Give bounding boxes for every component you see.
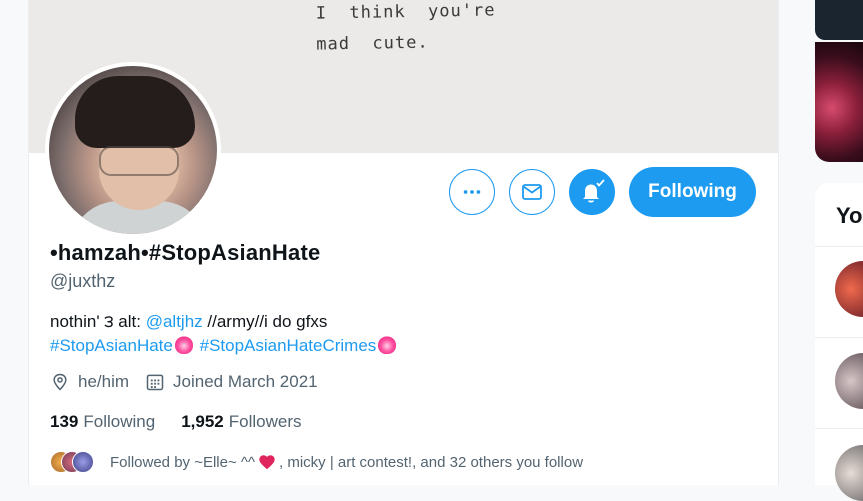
followers-stat-link[interactable]: 1,952 Followers xyxy=(181,412,301,432)
following-count: 139 xyxy=(50,412,79,431)
bio-line-1: nothin' ౩ alt: @altjhz //army//i do gfxs xyxy=(50,310,398,334)
profile-handle: @juxthz xyxy=(50,271,116,291)
followed-by-avatars xyxy=(50,451,96,473)
following-button[interactable]: Following xyxy=(629,167,756,217)
followers-label: Followers xyxy=(228,412,302,431)
more-icon xyxy=(463,190,481,194)
profile-avatar[interactable] xyxy=(45,62,221,238)
heart-emoji-icon xyxy=(378,336,397,354)
who-to-follow-card: Yo xyxy=(815,183,863,501)
sidebar-card-title: Yo xyxy=(836,203,863,228)
followed-by-text-2: , micky | art contest!, and 32 others yo… xyxy=(278,453,584,471)
bio-line-2: #StopAsianHate #StopAsianHateCrimes xyxy=(50,334,398,358)
message-button[interactable] xyxy=(509,169,555,215)
banner-handwriting: I think you're mad cute. xyxy=(315,0,496,55)
envelope-icon xyxy=(522,184,542,200)
profile-display-name: •hamzah•#StopAsianHate xyxy=(50,240,321,265)
joined-item: Joined March 2021 xyxy=(145,372,318,392)
location-pin-icon xyxy=(53,373,67,391)
mini-avatar xyxy=(72,451,94,473)
heart-emoji-icon xyxy=(174,336,193,354)
divider xyxy=(815,337,863,338)
profile-column: I think you're mad cute. Following •hamz… xyxy=(28,0,779,485)
followers-count: 1,952 xyxy=(181,412,224,431)
suggested-user-avatar[interactable] xyxy=(835,353,863,409)
hashtag-link-stopasianhate[interactable]: #StopAsianHate xyxy=(50,336,173,355)
profile-stats: 139 Following 1,952 Followers xyxy=(50,412,327,432)
pronouns-item: he/him xyxy=(50,372,129,392)
divider xyxy=(815,428,863,429)
calendar-icon xyxy=(146,374,164,391)
profile-actions: Following xyxy=(449,167,756,217)
bio-text-2: //army//i do gfxs xyxy=(202,312,328,331)
following-stat-link[interactable]: 139 Following xyxy=(50,412,155,432)
avatar-hair xyxy=(75,76,195,148)
bell-check-icon xyxy=(583,179,605,203)
more-button[interactable] xyxy=(449,169,495,215)
media-thumbnail[interactable] xyxy=(815,42,863,162)
pronouns-text: he/him xyxy=(78,372,130,391)
notifications-button[interactable] xyxy=(569,169,615,215)
bio-mention-link[interactable]: @altjhz xyxy=(146,312,203,331)
red-heart-icon xyxy=(259,455,275,470)
profile-bio: nothin' ౩ alt: @altjhz //army//i do gfxs… xyxy=(50,310,398,358)
suggested-user-avatar[interactable] xyxy=(835,445,863,501)
bio-text: nothin' ౩ alt: xyxy=(50,312,146,331)
media-thumbnail[interactable] xyxy=(815,0,863,40)
followed-by-text: Followed by ~Elle~ ^^ xyxy=(110,453,255,471)
followed-by-row[interactable]: Followed by ~Elle~ ^^ , micky | art cont… xyxy=(50,451,583,473)
following-label: Following xyxy=(83,412,156,431)
avatar-glasses xyxy=(99,146,179,176)
divider xyxy=(815,246,863,247)
right-sidebar: Yo xyxy=(815,0,863,501)
profile-meta: he/him Joined March 2021 xyxy=(50,372,334,392)
suggested-user-avatar[interactable] xyxy=(835,261,863,317)
joined-text: Joined March 2021 xyxy=(173,372,318,391)
hashtag-link-stopasianhatecrimes[interactable]: #StopAsianHateCrimes xyxy=(200,336,377,355)
